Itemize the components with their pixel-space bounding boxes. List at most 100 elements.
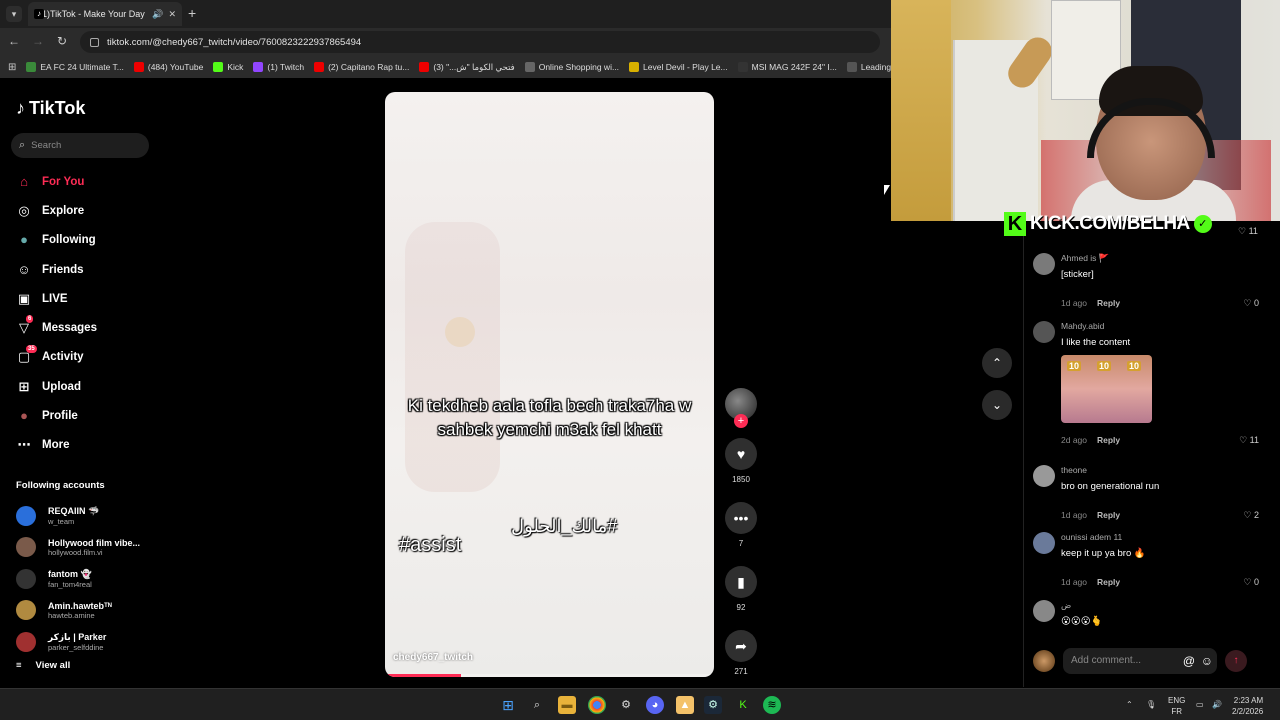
commenter-name[interactable]: theone — [1061, 465, 1087, 475]
comment-button[interactable]: ••• — [725, 502, 757, 534]
volume-icon[interactable]: 🔊 — [1212, 699, 1222, 710]
video-progress-bar[interactable] — [385, 674, 714, 677]
creator-avatar[interactable]: + — [725, 388, 757, 428]
next-video-button[interactable]: ⌄ — [982, 390, 1012, 420]
comment-like-count: 0 — [1253, 298, 1259, 308]
chrome-icon[interactable] — [588, 696, 606, 714]
previous-video-button[interactable]: ⌃ — [982, 348, 1012, 378]
comment-like-button[interactable]: ♡ 2 — [1243, 510, 1259, 521]
bookmark-item[interactable]: (2) Capitano Rap tu... — [314, 62, 409, 72]
mention-icon[interactable]: @ — [1183, 648, 1195, 674]
taskbar-search-icon[interactable]: ⌕ — [528, 696, 546, 714]
settings-gear-icon[interactable]: ⚙ — [617, 696, 635, 714]
reply-button[interactable]: Reply — [1097, 435, 1120, 445]
bookmark-item[interactable]: MSI MAG 242F 24" I... — [737, 62, 837, 72]
bookmark-item[interactable]: Online Shopping wi... — [524, 62, 620, 72]
sidebar-item-activity[interactable]: ▢ 35 Activity — [16, 343, 166, 372]
windows-start-icon[interactable]: ⊞ — [499, 696, 517, 714]
bookmark-item[interactable]: Level Devil - Play Le... — [629, 62, 728, 72]
live-icon: ▣ — [17, 290, 31, 306]
commenter-avatar[interactable] — [1033, 532, 1055, 554]
save-button[interactable]: ▮ — [725, 566, 757, 598]
app-icon[interactable]: ▲ — [676, 696, 694, 714]
video-player[interactable]: Ki tekdheb aala tofla bech traka7ha w sa… — [385, 92, 714, 677]
reply-button[interactable]: Reply — [1097, 577, 1120, 587]
microphone-icon[interactable]: 🎙 — [1146, 699, 1156, 710]
bookmark-item[interactable]: EA FC 24 Ultimate T... — [26, 62, 124, 72]
top-comment-like-count[interactable]: ♡ 11 — [1238, 226, 1258, 237]
share-button[interactable]: ➦ — [725, 630, 757, 662]
follow-plus-icon[interactable]: + — [734, 414, 748, 428]
following-account[interactable]: بازكر | Parker parker_selfddine — [16, 626, 166, 658]
video-hashtag-assist: #assist — [399, 534, 462, 556]
tiktok-favicon-icon: ♪ — [34, 9, 44, 19]
site-info-icon[interactable] — [90, 37, 99, 47]
sidebar-item-explore[interactable]: ◎ Explore — [16, 196, 166, 225]
following-accounts-header: Following accounts — [16, 480, 105, 491]
add-comment-input[interactable]: Add comment... @ ☺ — [1063, 648, 1217, 674]
send-comment-button[interactable]: ↑ — [1225, 650, 1247, 672]
search-input[interactable]: ⌕ Search — [11, 133, 149, 158]
speaker-icon[interactable]: 🔊 — [152, 9, 163, 20]
language-indicator[interactable]: ENG FR — [1168, 695, 1185, 717]
bookmark-item[interactable]: فتحي الكوما "ش..." (3) — [419, 62, 515, 73]
following-account[interactable]: fantom 👻 fan_tom4real — [16, 563, 166, 595]
file-explorer-icon[interactable]: ▬ — [558, 696, 576, 714]
kick-app-icon[interactable]: K — [734, 696, 752, 714]
commenter-name[interactable]: ounissi adem 11 — [1061, 532, 1122, 542]
url-bar[interactable]: tiktok.com/@chedy667_twitch/video/760082… — [80, 31, 880, 53]
tab-search-button[interactable]: ▾ — [6, 6, 22, 22]
following-account[interactable]: Amin.hawtebᵀᴺ hawteb.amine — [16, 595, 166, 627]
commenter-avatar[interactable] — [1033, 253, 1055, 275]
sidebar-item-friends[interactable]: ☺ Friends — [16, 255, 166, 284]
discord-icon[interactable]: ◕ — [646, 696, 664, 714]
like-button[interactable]: ♥ — [725, 438, 757, 470]
new-tab-button[interactable]: + — [188, 5, 196, 21]
commenter-name[interactable]: Ahmed is 🚩 — [1061, 253, 1109, 264]
sidebar-item-more[interactable]: ⋯ More — [16, 431, 166, 460]
commenter-avatar[interactable] — [1033, 465, 1055, 487]
reply-button[interactable]: Reply — [1097, 510, 1120, 520]
commenter-name[interactable]: ض — [1061, 600, 1071, 611]
apps-grid-icon[interactable]: ⊞ — [8, 62, 16, 73]
sidebar-item-profile[interactable]: ● Profile — [16, 401, 166, 430]
close-tab-icon[interactable]: ✕ — [168, 9, 176, 20]
comment-like-button[interactable]: ♡ 0 — [1243, 298, 1259, 309]
sidebar-item-upload[interactable]: ⊞ Upload — [16, 372, 166, 401]
tray-chevron-up-icon[interactable]: ⌃ — [1126, 699, 1133, 710]
commenter-avatar[interactable] — [1033, 321, 1055, 343]
sidebar-item-label: Upload — [42, 380, 81, 393]
reload-icon[interactable]: ↻ — [54, 34, 70, 48]
sidebar-item-following[interactable]: ● Following — [16, 226, 166, 255]
following-account[interactable]: Hollywood film vibe... hollywood.film.vi — [16, 532, 166, 564]
sticker-score-label: 10 — [1097, 361, 1112, 371]
commenter-avatar[interactable] — [1033, 600, 1055, 622]
tiktok-logo[interactable]: ♪ TikTok — [16, 98, 85, 119]
commenter-name[interactable]: Mahdy.abid — [1061, 321, 1104, 331]
back-arrow-icon[interactable]: ← — [6, 34, 22, 48]
verified-check-icon: ✓ — [1193, 215, 1212, 233]
bookmark-favicon-icon — [524, 62, 535, 72]
bookmark-item[interactable]: (1) Twitch — [253, 62, 304, 72]
account-name: REQAIIN 🦈 — [48, 505, 100, 516]
browser-tab[interactable]: ♪ (21)TikTok - Make Your Day 🔊 ✕ — [28, 2, 182, 26]
network-icon[interactable]: ▭ — [1196, 699, 1204, 710]
emoji-icon[interactable]: ☺ — [1201, 648, 1213, 674]
steam-icon[interactable]: ⚙ — [704, 696, 722, 714]
comment-like-button[interactable]: ♡ 11 — [1239, 435, 1259, 446]
spotify-icon[interactable]: ≋ — [763, 696, 781, 714]
sidebar-item-live[interactable]: ▣ LIVE — [16, 284, 166, 313]
reply-button[interactable]: Reply — [1097, 298, 1120, 308]
sidebar-item-for-you[interactable]: ⌂ For You — [16, 167, 166, 196]
forward-arrow-icon[interactable]: → — [30, 34, 46, 48]
bookmark-item[interactable]: (484) YouTube — [133, 62, 203, 72]
comment-like-button[interactable]: ♡ 0 — [1243, 577, 1259, 588]
video-author[interactable]: chedy667_twitch — [393, 652, 473, 663]
sidebar-item-messages[interactable]: ▽ 6 Messages — [16, 313, 166, 342]
clock[interactable]: 2:23 AM 2/2/2026 — [1232, 695, 1263, 717]
bookmark-label: Online Shopping wi... — [538, 62, 620, 72]
following-account[interactable]: REQAIIN 🦈 w_team — [16, 500, 166, 532]
view-all-button[interactable]: ≡ View all — [16, 660, 70, 671]
bookmark-item[interactable]: Kick — [213, 62, 243, 72]
chevron-up-icon: ⌃ — [991, 356, 1003, 370]
